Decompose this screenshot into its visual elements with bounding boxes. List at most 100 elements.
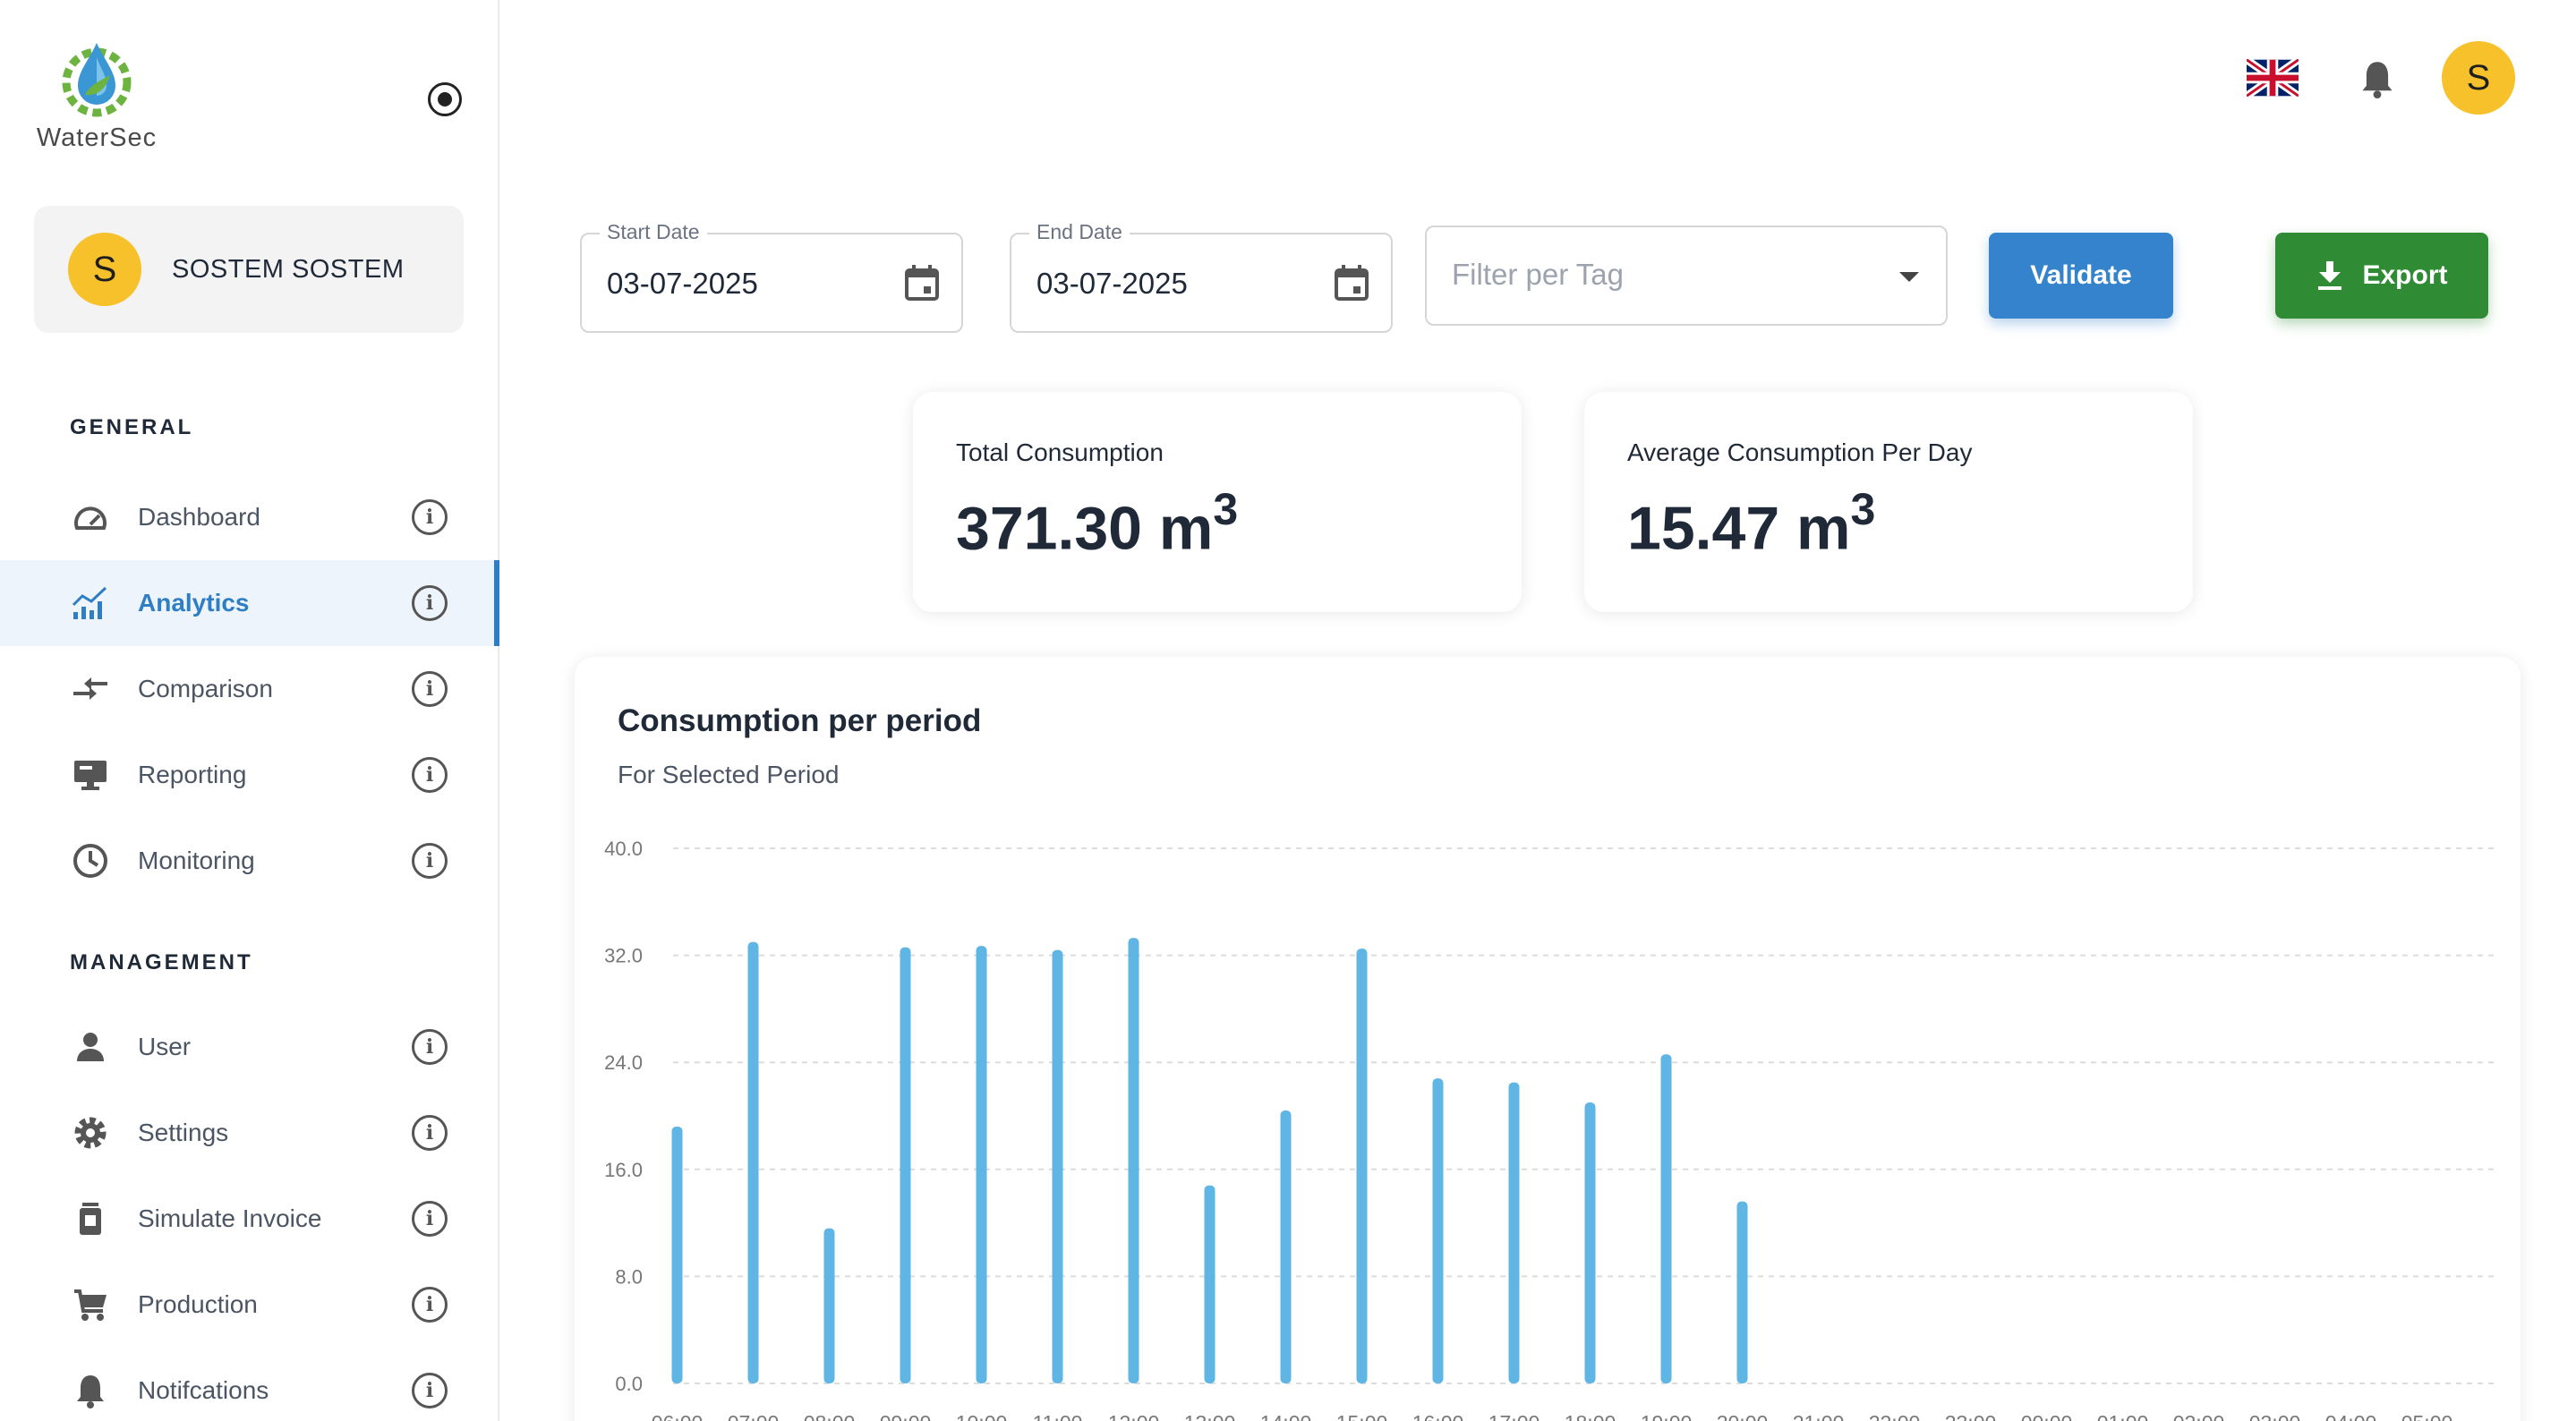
- chart-bar: [823, 1228, 835, 1383]
- sidebar-item-dashboard[interactable]: Dashboard i: [0, 474, 498, 560]
- start-date-field[interactable]: Start Date 03-07-2025: [580, 220, 963, 333]
- profile-avatar[interactable]: S: [2442, 41, 2515, 115]
- chart-bar: [1736, 1201, 1748, 1383]
- sidebar-item-user[interactable]: User i: [0, 1004, 498, 1090]
- chart-bar: [976, 946, 987, 1383]
- x-tick-label: 06:00: [652, 1411, 704, 1421]
- compare-arrows-icon: [70, 668, 111, 710]
- x-tick-label: 12:00: [1108, 1411, 1160, 1421]
- chart-bar: [1356, 949, 1368, 1383]
- calendar-icon[interactable]: [1332, 263, 1371, 302]
- sidebar-item-reporting[interactable]: Reporting i: [0, 732, 498, 818]
- sidebar-item-comparison[interactable]: Comparison i: [0, 646, 498, 732]
- sidebar-item-settings[interactable]: Settings i: [0, 1090, 498, 1176]
- x-tick-label: 15:00: [1336, 1411, 1388, 1421]
- chart-bar: [1052, 949, 1063, 1383]
- export-button[interactable]: Export: [2275, 233, 2488, 319]
- export-label: Export: [2362, 260, 2448, 290]
- y-tick-label: 8.0: [615, 1265, 643, 1288]
- info-icon[interactable]: i: [412, 843, 448, 879]
- x-tick-label: 02:00: [2173, 1411, 2225, 1421]
- x-tick-label: 14:00: [1260, 1411, 1312, 1421]
- average-consumption-value: 15.47 m3: [1627, 484, 1876, 563]
- consumption-chart-card: Consumption per period For Selected Peri…: [575, 657, 2521, 1421]
- tag-filter-select[interactable]: Filter per Tag: [1425, 225, 1948, 326]
- user-card[interactable]: S SOSTEM SOSTEM: [34, 206, 464, 333]
- sidebar-item-label: Production: [138, 1290, 258, 1318]
- sidebar-item-label: Dashboard: [138, 503, 260, 531]
- tag-filter-placeholder: Filter per Tag: [1452, 258, 1624, 291]
- info-icon[interactable]: i: [412, 757, 448, 793]
- bell-icon: [70, 1370, 111, 1411]
- info-icon[interactable]: i: [412, 585, 448, 621]
- download-icon: [2318, 261, 2342, 290]
- info-icon[interactable]: i: [412, 1287, 448, 1323]
- user-avatar: S: [68, 233, 141, 306]
- person-icon: [70, 1026, 111, 1068]
- end-date-label: End Date: [1029, 220, 1130, 244]
- info-icon[interactable]: i: [412, 1029, 448, 1065]
- invoice-icon: [70, 1198, 111, 1239]
- section-title-general: GENERAL: [70, 415, 194, 439]
- chart-bar: [1128, 938, 1139, 1383]
- gauge-icon: [70, 497, 111, 538]
- x-tick-label: 00:00: [2021, 1411, 2073, 1421]
- validate-button[interactable]: Validate: [1989, 233, 2173, 319]
- start-date-label: Start Date: [600, 220, 707, 244]
- x-tick-label: 19:00: [1641, 1411, 1693, 1421]
- y-tick-label: 40.0: [604, 838, 643, 860]
- clock-icon: [70, 840, 111, 881]
- y-tick-label: 24.0: [604, 1051, 643, 1074]
- start-date-value: 03-07-2025: [607, 267, 758, 300]
- average-consumption-card: Average Consumption Per Day 15.47 m3: [1584, 392, 2193, 612]
- sidebar-item-label: Monitoring: [138, 847, 255, 874]
- total-consumption-value: 371.30 m3: [956, 484, 1239, 563]
- app-logo[interactable]: WaterSec: [34, 39, 159, 153]
- total-consumption-card: Total Consumption 371.30 m3: [913, 392, 1522, 612]
- info-icon[interactable]: i: [412, 1373, 448, 1408]
- chart-bar: [1508, 1082, 1520, 1383]
- x-tick-label: 23:00: [1945, 1411, 1997, 1421]
- end-date-value: 03-07-2025: [1036, 267, 1188, 300]
- app-name: WaterSec: [36, 123, 158, 152]
- sidebar-item-label: User: [138, 1033, 192, 1060]
- x-tick-label: 16:00: [1412, 1411, 1464, 1421]
- x-tick-label: 17:00: [1488, 1411, 1540, 1421]
- info-icon[interactable]: i: [412, 671, 448, 707]
- info-icon[interactable]: i: [412, 1115, 448, 1151]
- x-tick-label: 01:00: [2097, 1411, 2149, 1421]
- info-icon[interactable]: i: [412, 1201, 448, 1237]
- gear-icon: [70, 1112, 111, 1153]
- chart-bar: [1584, 1102, 1596, 1383]
- sidebar-item-analytics[interactable]: Analytics i: [0, 560, 499, 646]
- chart-bar: [1204, 1185, 1215, 1383]
- user-name: SOSTEM SOSTEM: [172, 254, 405, 284]
- analytics-icon: [70, 583, 111, 624]
- sidebar-item-label: Reporting: [138, 761, 247, 788]
- y-tick-label: 32.0: [604, 945, 643, 967]
- x-tick-label: 11:00: [1033, 1411, 1083, 1421]
- uk-flag-icon[interactable]: [2244, 56, 2301, 99]
- sidebar-item-monitoring[interactable]: Monitoring i: [0, 818, 498, 904]
- average-consumption-label: Average Consumption Per Day: [1627, 438, 1973, 466]
- sidebar-item-label: Comparison: [138, 675, 273, 702]
- monitor-icon: [70, 754, 111, 796]
- y-tick-label: 16.0: [604, 1159, 643, 1181]
- x-tick-label: 08:00: [804, 1411, 856, 1421]
- sidebar-item-notifications[interactable]: Notifcations i: [0, 1348, 498, 1421]
- consumption-bar-chart: 0.0 8.0 16.0 24.0 32.0 40.0 06:00 07:00 08:00 09:…: [604, 838, 2499, 1421]
- sidebar: WaterSec S SOSTEM SOSTEM GENERAL Dashboa…: [0, 0, 499, 1421]
- x-tick-label: 21:00: [1793, 1411, 1845, 1421]
- chart-bar: [900, 947, 911, 1383]
- sidebar-item-simulate-invoice[interactable]: Simulate Invoice i: [0, 1176, 498, 1262]
- sidebar-item-label: Simulate Invoice: [138, 1204, 322, 1232]
- notification-bell-icon[interactable]: [2359, 59, 2395, 98]
- end-date-field[interactable]: End Date 03-07-2025: [1010, 220, 1393, 333]
- sidebar-toggle-button[interactable]: [428, 82, 462, 116]
- sidebar-item-production[interactable]: Production i: [0, 1262, 498, 1348]
- info-icon[interactable]: i: [412, 499, 448, 535]
- x-tick-label: 03:00: [2249, 1411, 2301, 1421]
- calendar-icon[interactable]: [902, 263, 942, 302]
- x-tick-label: 18:00: [1565, 1411, 1616, 1421]
- x-tick-label: 13:00: [1184, 1411, 1236, 1421]
